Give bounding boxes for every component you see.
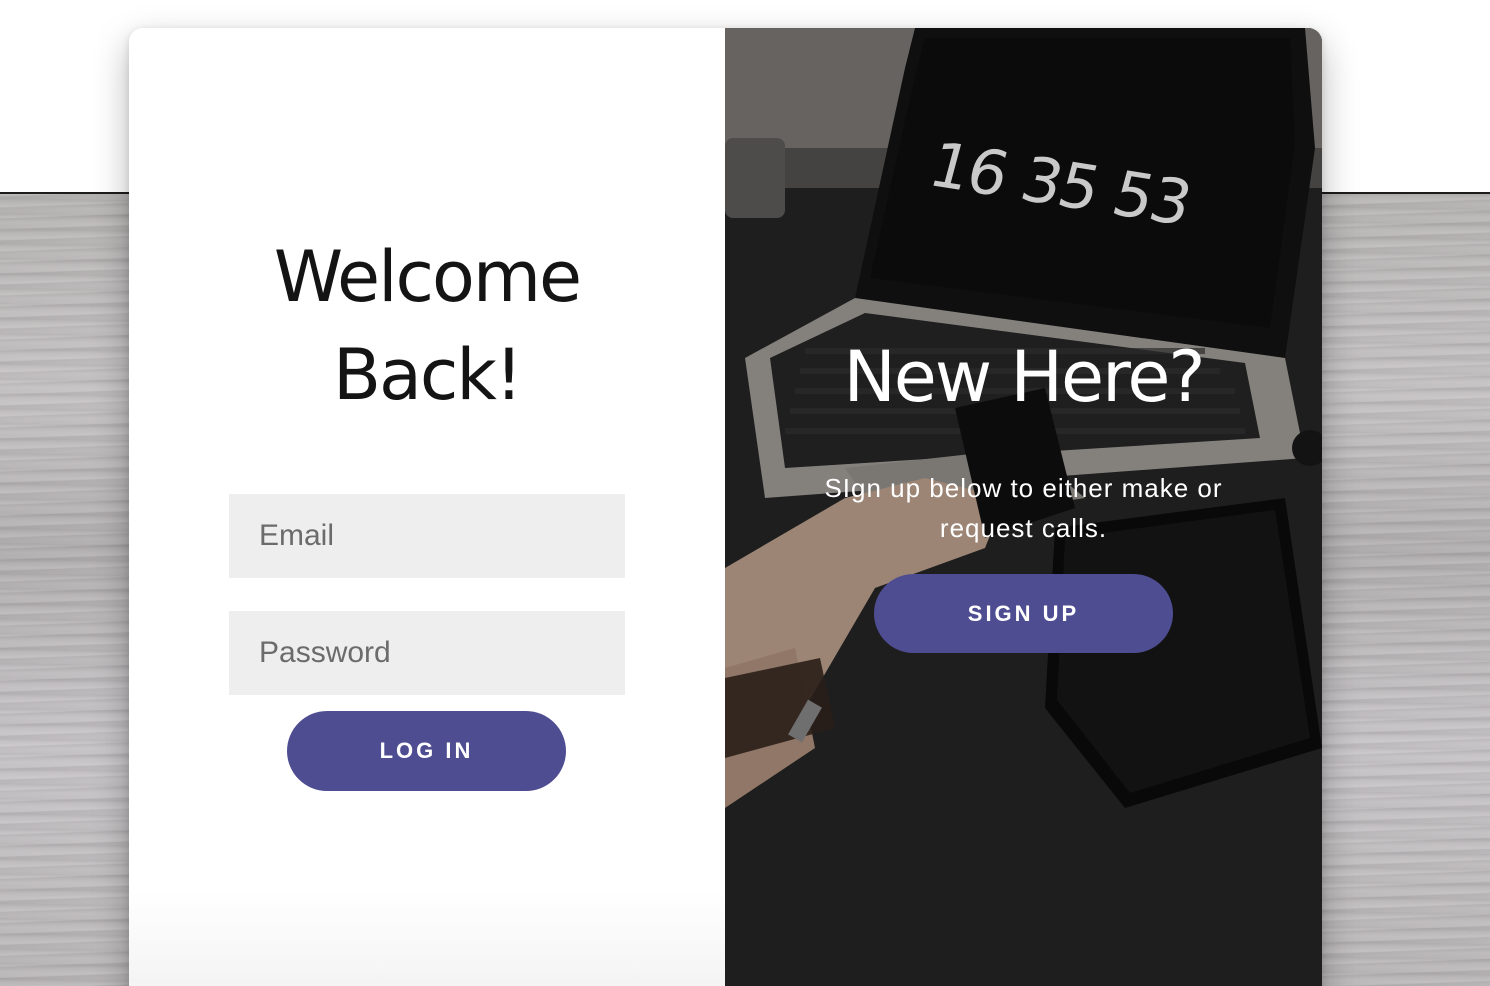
login-title-line-2: Back!	[332, 334, 523, 416]
email-field[interactable]	[229, 494, 625, 578]
login-panel: Welcome Back! LOG IN	[129, 28, 725, 986]
login-button[interactable]: LOG IN	[287, 711, 566, 791]
signup-description-line-2: request calls.	[939, 513, 1108, 543]
auth-card: Welcome Back! LOG IN	[129, 28, 1322, 986]
signup-description: SIgn up below to either make or request c…	[785, 468, 1262, 548]
login-title: Welcome Back!	[129, 228, 725, 424]
login-title-line-1: Welcome	[273, 236, 582, 318]
password-field[interactable]	[229, 611, 625, 695]
signup-panel: 16 35 53 New Here? SIgn up below to eith…	[725, 28, 1322, 986]
signup-description-line-1: SIgn up below to either make or	[824, 473, 1223, 503]
signup-title: New Here?	[843, 336, 1205, 418]
signup-button[interactable]: SIGN UP	[874, 574, 1173, 653]
